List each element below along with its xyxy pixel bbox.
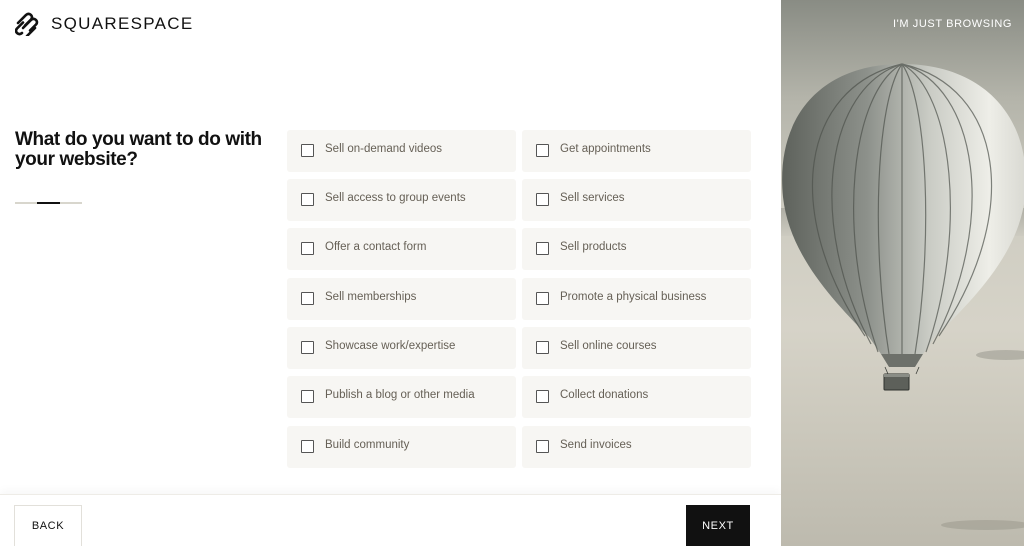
checkbox[interactable] [536,390,549,403]
checkbox[interactable] [301,144,314,157]
cloud-shape [941,520,1024,530]
brand-logo[interactable]: SQUARESPACE [15,12,193,36]
checkbox[interactable] [301,341,314,354]
option-label: Sell on-demand videos [325,143,442,155]
footer-bar [0,494,781,546]
option-label: Send invoices [560,439,632,451]
progress-current-step [37,202,60,204]
option-label: Collect donations [560,389,649,401]
option-offer-a-contact-form[interactable]: Offer a contact form [287,228,516,270]
option-showcase-work-expertise[interactable]: Showcase work/expertise [287,327,516,369]
option-sell-products[interactable]: Sell products [522,228,751,270]
option-sell-on-demand-videos[interactable]: Sell on-demand videos [287,130,516,172]
option-send-invoices[interactable]: Send invoices [522,426,751,468]
hot-air-balloon-illustration [782,63,1024,391]
page-title: What do you want to do with your website… [15,129,262,170]
option-label: Showcase work/expertise [325,340,456,352]
squarespace-logo-icon [15,12,39,36]
option-label: Sell memberships [325,291,417,303]
option-label: Offer a contact form [325,241,427,253]
hero-image [781,0,1024,546]
checkbox[interactable] [301,440,314,453]
checkbox[interactable] [536,193,549,206]
checkbox[interactable] [301,193,314,206]
option-label: Publish a blog or other media [325,389,475,401]
option-label: Sell products [560,241,627,253]
onboarding-panel: SQUARESPACE What do you want to do with … [0,0,781,546]
option-sell-online-courses[interactable]: Sell online courses [522,327,751,369]
option-label: Build community [325,439,410,451]
checkbox[interactable] [536,440,549,453]
back-button[interactable]: BACK [14,505,82,546]
option-publish-a-blog[interactable]: Publish a blog or other media [287,376,516,418]
option-sell-services[interactable]: Sell services [522,179,751,221]
option-sell-access-to-group-events[interactable]: Sell access to group events [287,179,516,221]
option-label: Promote a physical business [560,291,707,303]
option-sell-memberships[interactable]: Sell memberships [287,278,516,320]
option-build-community[interactable]: Build community [287,426,516,468]
checkbox[interactable] [301,292,314,305]
option-label: Get appointments [560,143,651,155]
checkbox[interactable] [536,341,549,354]
checkbox[interactable] [536,292,549,305]
option-label: Sell services [560,192,625,204]
checkbox[interactable] [536,242,549,255]
option-label: Sell online courses [560,340,657,352]
option-collect-donations[interactable]: Collect donations [522,376,751,418]
checkbox[interactable] [301,242,314,255]
checkbox[interactable] [536,144,549,157]
checkbox[interactable] [301,390,314,403]
option-get-appointments[interactable]: Get appointments [522,130,751,172]
option-label: Sell access to group events [325,192,466,204]
just-browsing-link[interactable]: I'M JUST BROWSING [893,18,1012,30]
option-promote-a-physical-business[interactable]: Promote a physical business [522,278,751,320]
progress-indicator [15,202,82,204]
brand-name: SQUARESPACE [51,14,194,33]
next-button[interactable]: NEXT [686,505,750,546]
